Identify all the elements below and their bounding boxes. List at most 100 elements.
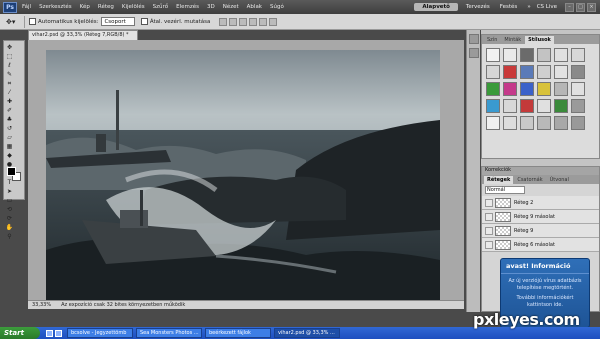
- tab-styles[interactable]: Stílusok: [525, 36, 554, 44]
- clone-stamp-tool-icon[interactable]: ♣: [5, 116, 14, 124]
- shape-tool-icon[interactable]: ▭: [5, 197, 14, 205]
- history-panel-icon[interactable]: [469, 34, 479, 44]
- 3d-camera-tool-icon[interactable]: ⟳: [5, 215, 14, 223]
- taskbar-item[interactable]: beérkezett fájlok: [205, 328, 271, 338]
- taskbar-item[interactable]: Sea Monsters Photos ...: [136, 328, 202, 338]
- style-swatch[interactable]: [520, 82, 534, 96]
- maximize-icon[interactable]: □: [576, 2, 585, 12]
- style-swatch[interactable]: [503, 65, 517, 79]
- visibility-icon[interactable]: [485, 226, 493, 235]
- align-bottom-icon[interactable]: [239, 17, 248, 26]
- style-swatch[interactable]: [537, 116, 551, 130]
- menu-help[interactable]: Súgó: [270, 4, 284, 10]
- style-swatch[interactable]: [571, 48, 585, 62]
- actions-panel-icon[interactable]: [469, 48, 479, 58]
- layer-row[interactable]: Réteg 9 másolat: [482, 210, 599, 224]
- auto-select-checkbox[interactable]: [29, 18, 36, 25]
- style-swatch[interactable]: [503, 99, 517, 113]
- ie-quicklaunch-icon[interactable]: [46, 329, 53, 337]
- tab-paths[interactable]: Útvonal: [547, 176, 572, 184]
- align-top-icon[interactable]: [219, 17, 228, 26]
- style-swatch[interactable]: [571, 116, 585, 130]
- style-swatch[interactable]: [486, 48, 500, 62]
- menu-analysis[interactable]: Elemzés: [176, 4, 199, 10]
- marquee-tool-icon[interactable]: ⬚: [5, 53, 14, 61]
- menu-edit[interactable]: Szerkesztés: [39, 4, 72, 10]
- style-swatch[interactable]: [503, 116, 517, 130]
- menu-layer[interactable]: Réteg: [98, 4, 114, 10]
- style-swatch[interactable]: [571, 65, 585, 79]
- adjustments-header[interactable]: Korrekciók: [482, 167, 599, 175]
- layer-row[interactable]: Réteg 2: [482, 196, 599, 210]
- style-swatch[interactable]: [554, 65, 568, 79]
- menu-view[interactable]: Nézet: [223, 4, 239, 10]
- zoom-tool-icon[interactable]: ⚲: [5, 233, 14, 241]
- style-swatch[interactable]: [537, 99, 551, 113]
- visibility-icon[interactable]: [485, 198, 493, 207]
- style-swatch[interactable]: [571, 82, 585, 96]
- visibility-icon[interactable]: [485, 240, 493, 249]
- style-swatch[interactable]: [537, 82, 551, 96]
- align-middle-icon[interactable]: [229, 17, 238, 26]
- layer-row[interactable]: Réteg 6 másolat: [482, 238, 599, 252]
- style-swatch[interactable]: [520, 99, 534, 113]
- desktop-quicklaunch-icon[interactable]: [55, 329, 62, 337]
- style-swatch[interactable]: [554, 48, 568, 62]
- brush-tool-icon[interactable]: ✐: [5, 107, 14, 115]
- tab-color[interactable]: Szín: [484, 36, 500, 44]
- foreground-color-swatch[interactable]: [7, 167, 16, 176]
- style-swatch[interactable]: [486, 99, 500, 113]
- menu-image[interactable]: Kép: [80, 4, 90, 10]
- menu-select[interactable]: Kijelölés: [122, 4, 145, 10]
- cs-live-button[interactable]: CS Live: [537, 4, 557, 10]
- show-transform-checkbox[interactable]: [140, 18, 148, 25]
- workspace-essentials[interactable]: Alapvető: [414, 3, 458, 11]
- tab-layers[interactable]: Rétegek: [484, 176, 514, 184]
- style-swatch[interactable]: [520, 116, 534, 130]
- style-swatch[interactable]: [554, 82, 568, 96]
- move-tool-icon[interactable]: ✥▾: [6, 16, 20, 28]
- taskbar-item-active[interactable]: vihar2.psd @ 33,3% ...: [274, 328, 340, 338]
- eyedropper-tool-icon[interactable]: ⁄: [5, 89, 14, 97]
- align-right-icon[interactable]: [269, 17, 278, 26]
- move-tool-icon[interactable]: ✥: [5, 44, 14, 52]
- lasso-tool-icon[interactable]: ℓ: [5, 62, 14, 70]
- workspace-design[interactable]: Tervezés: [466, 4, 490, 10]
- workspace-more-button[interactable]: »: [527, 4, 530, 10]
- style-swatch[interactable]: [520, 48, 534, 62]
- menu-filter[interactable]: Szűrő: [153, 4, 169, 10]
- align-left-icon[interactable]: [249, 17, 258, 26]
- tab-swatches[interactable]: Minták: [501, 36, 524, 44]
- quick-select-tool-icon[interactable]: ✎: [5, 71, 14, 79]
- minimize-icon[interactable]: –: [565, 2, 574, 12]
- gradient-tool-icon[interactable]: ▦: [5, 143, 14, 151]
- close-icon[interactable]: ×: [587, 2, 596, 12]
- 3d-rotate-tool-icon[interactable]: ⟲: [5, 206, 14, 214]
- tab-channels[interactable]: Csatornák: [514, 176, 545, 184]
- layer-row[interactable]: Réteg 9: [482, 224, 599, 238]
- style-swatch[interactable]: [503, 82, 517, 96]
- style-swatch[interactable]: [537, 65, 551, 79]
- align-center-icon[interactable]: [259, 17, 268, 26]
- hand-tool-icon[interactable]: ✋: [5, 224, 14, 232]
- notification-link[interactable]: További információkért kattintson ide.: [507, 295, 583, 309]
- menu-file[interactable]: Fájl: [22, 4, 31, 10]
- path-select-tool-icon[interactable]: ➤: [5, 188, 14, 196]
- healing-brush-tool-icon[interactable]: ✚: [5, 98, 14, 106]
- style-swatch[interactable]: [554, 116, 568, 130]
- style-swatch[interactable]: [486, 116, 500, 130]
- style-swatch[interactable]: [486, 82, 500, 96]
- menu-3d[interactable]: 3D: [207, 4, 215, 10]
- style-swatch[interactable]: [503, 48, 517, 62]
- style-swatch[interactable]: [554, 99, 568, 113]
- crop-tool-icon[interactable]: ⌗: [5, 80, 14, 88]
- style-swatch[interactable]: [571, 99, 585, 113]
- style-swatch[interactable]: [520, 65, 534, 79]
- style-swatch[interactable]: [537, 48, 551, 62]
- zoom-level[interactable]: 33,33%: [32, 302, 51, 308]
- blur-tool-icon[interactable]: ◆: [5, 152, 14, 160]
- menu-window[interactable]: Ablak: [247, 4, 262, 10]
- auto-select-dropdown[interactable]: Csoport: [101, 17, 135, 26]
- workspace-painting[interactable]: Festés: [500, 4, 518, 10]
- document-tab[interactable]: vihar2.psd @ 33,3% (Réteg 7,RGB/8) *: [28, 30, 138, 40]
